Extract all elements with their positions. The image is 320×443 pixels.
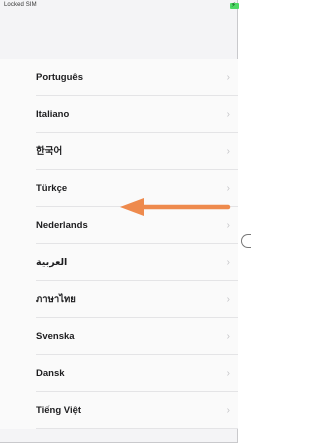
chevron-right-icon: › (226, 257, 230, 268)
language-list: Português › Italiano › 한국어 › Türkçe › Ne… (0, 59, 238, 429)
language-label: 한국어 (36, 146, 63, 157)
language-row-dansk[interactable]: Dansk › (0, 355, 238, 392)
chevron-right-icon: › (226, 72, 230, 83)
chevron-right-icon: › (226, 183, 230, 194)
language-row-turkce[interactable]: Türkçe › (0, 170, 238, 207)
language-row-korean[interactable]: 한국어 › (0, 133, 238, 170)
chevron-right-icon: › (226, 368, 230, 379)
language-row-portugues[interactable]: Português › (0, 59, 238, 96)
battery-charging-icon: ⚡ (230, 2, 239, 9)
row-divider (36, 428, 238, 429)
language-label: العربية (36, 257, 68, 268)
phone-screen: Locked SIM ⚡ Português › Italiano › 한국어 … (0, 0, 239, 443)
language-row-svenska[interactable]: Svenska › (0, 318, 238, 355)
language-label: Nederlands (36, 220, 88, 231)
carrier-label: Locked SIM (4, 2, 37, 8)
language-row-thai[interactable]: ภาษาไทย › (0, 281, 238, 318)
language-row-arabic[interactable]: العربية › (0, 244, 238, 281)
language-row-vietnamese[interactable]: Tiếng Việt › (0, 392, 238, 429)
side-bracket-mark (241, 234, 251, 248)
language-row-italiano[interactable]: Italiano › (0, 96, 238, 133)
chevron-right-icon: › (226, 220, 230, 231)
language-label: Italiano (36, 109, 70, 120)
chevron-right-icon: › (226, 146, 230, 157)
language-label: Svenska (36, 331, 75, 342)
chevron-right-icon: › (226, 294, 230, 305)
status-bar: Locked SIM ⚡ (0, 0, 239, 16)
language-row-nederlands[interactable]: Nederlands › (0, 207, 238, 244)
language-label: Tiếng Việt (36, 405, 82, 416)
chevron-right-icon: › (226, 331, 230, 342)
chevron-right-icon: › (226, 405, 230, 416)
language-label: Türkçe (36, 183, 68, 194)
language-label: Português (36, 72, 83, 83)
language-label: Dansk (36, 368, 65, 379)
chevron-right-icon: › (226, 109, 230, 120)
language-label: ภาษาไทย (36, 294, 76, 305)
